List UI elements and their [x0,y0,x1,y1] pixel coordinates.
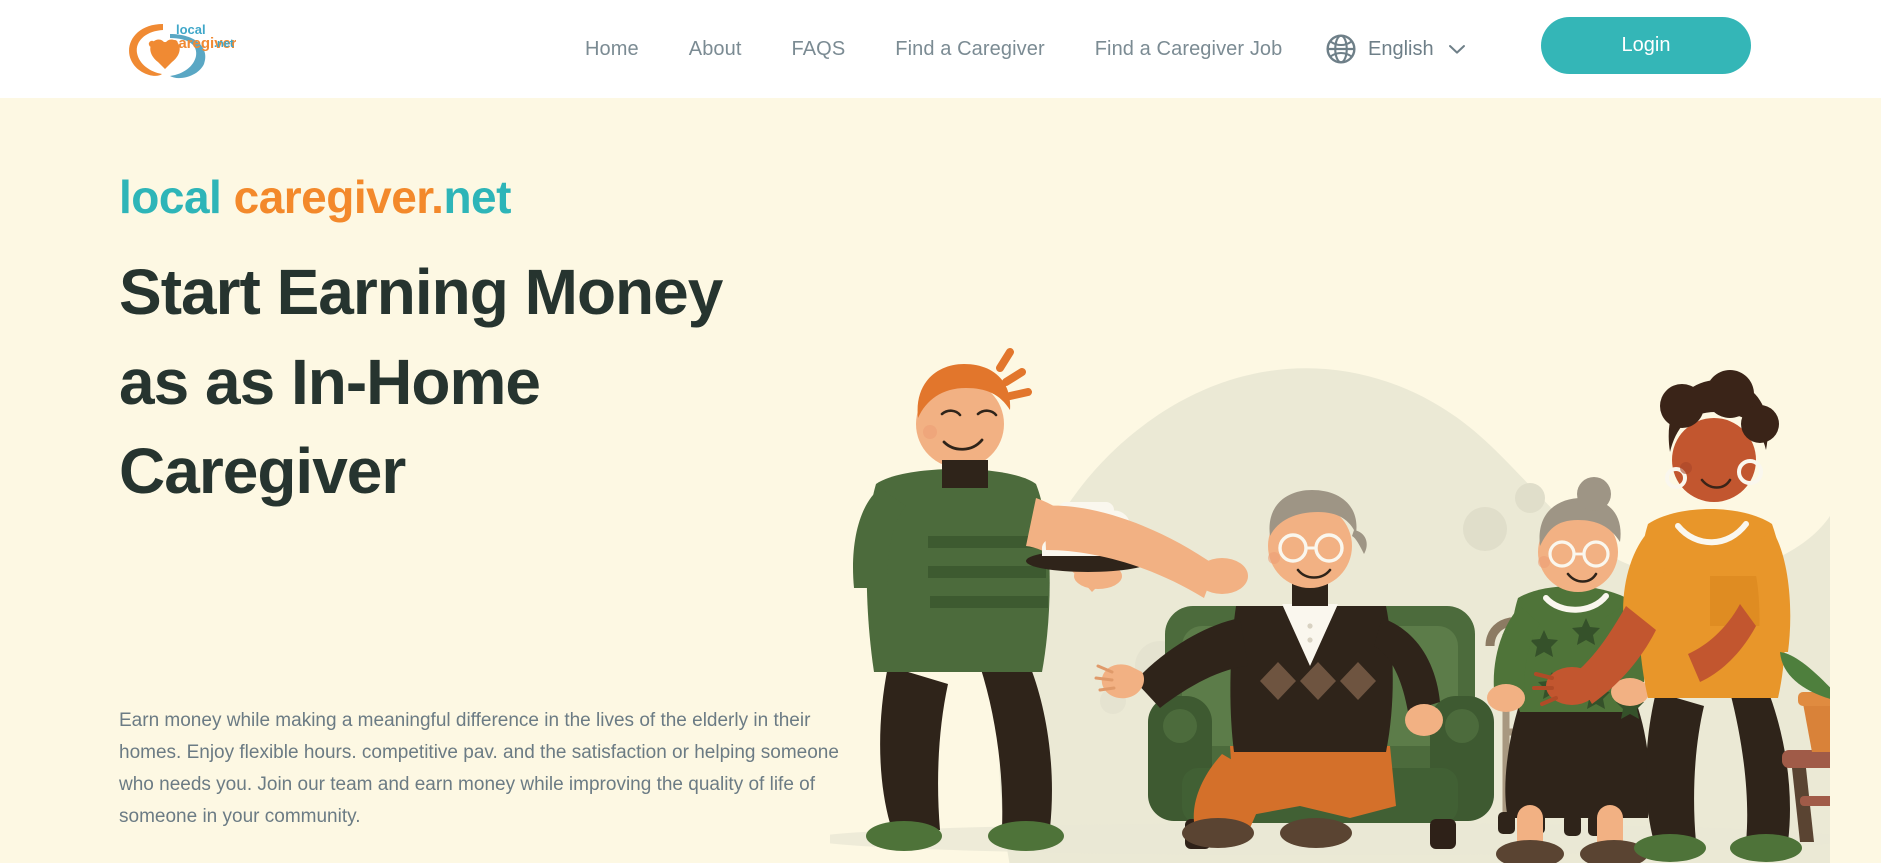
caregivers-illustration-icon [830,348,1830,863]
site-header: local caregiver .net Home About FAQS Fin… [0,0,1881,98]
hero-brand-part2: caregiver. [233,171,444,223]
nav-item-about[interactable]: About [664,38,767,61]
logo-icon: local caregiver .net [129,22,236,79]
hero-brand-part1: local [119,171,234,223]
nav-item-faqs[interactable]: FAQS [767,38,871,61]
hero-brand: local caregiver.net [119,170,511,224]
login-button[interactable]: Login [1541,17,1751,74]
hero-brand-part3: net [443,171,511,223]
hero-headline: Start Earning Money as as In-Home Caregi… [119,248,879,517]
language-label: English [1368,37,1434,60]
globe-icon [1326,34,1356,64]
main-navigation: Home About FAQS Find a Caregiver Find a … [560,0,1307,98]
site-logo[interactable]: local caregiver .net [118,14,236,84]
headline-line-2: as as In-Home [119,345,541,418]
headline-line-3: Caregiver [119,435,406,508]
hero-illustration [830,106,1830,863]
language-selector[interactable]: English [1325,0,1466,98]
nav-item-find-a-caregiver[interactable]: Find a Caregiver [870,38,1069,61]
nav-item-find-a-caregiver-job[interactable]: Find a Caregiver Job [1070,38,1308,61]
chevron-down-icon [1448,44,1465,54]
svg-text:.net: .net [214,38,234,50]
hero-paragraph: Earn money while making a meaningful dif… [119,710,839,827]
headline-line-1: Start Earning Money [119,256,723,328]
hero-section: local caregiver.net Start Earning Money … [0,98,1881,863]
nav-item-home[interactable]: Home [560,38,664,61]
